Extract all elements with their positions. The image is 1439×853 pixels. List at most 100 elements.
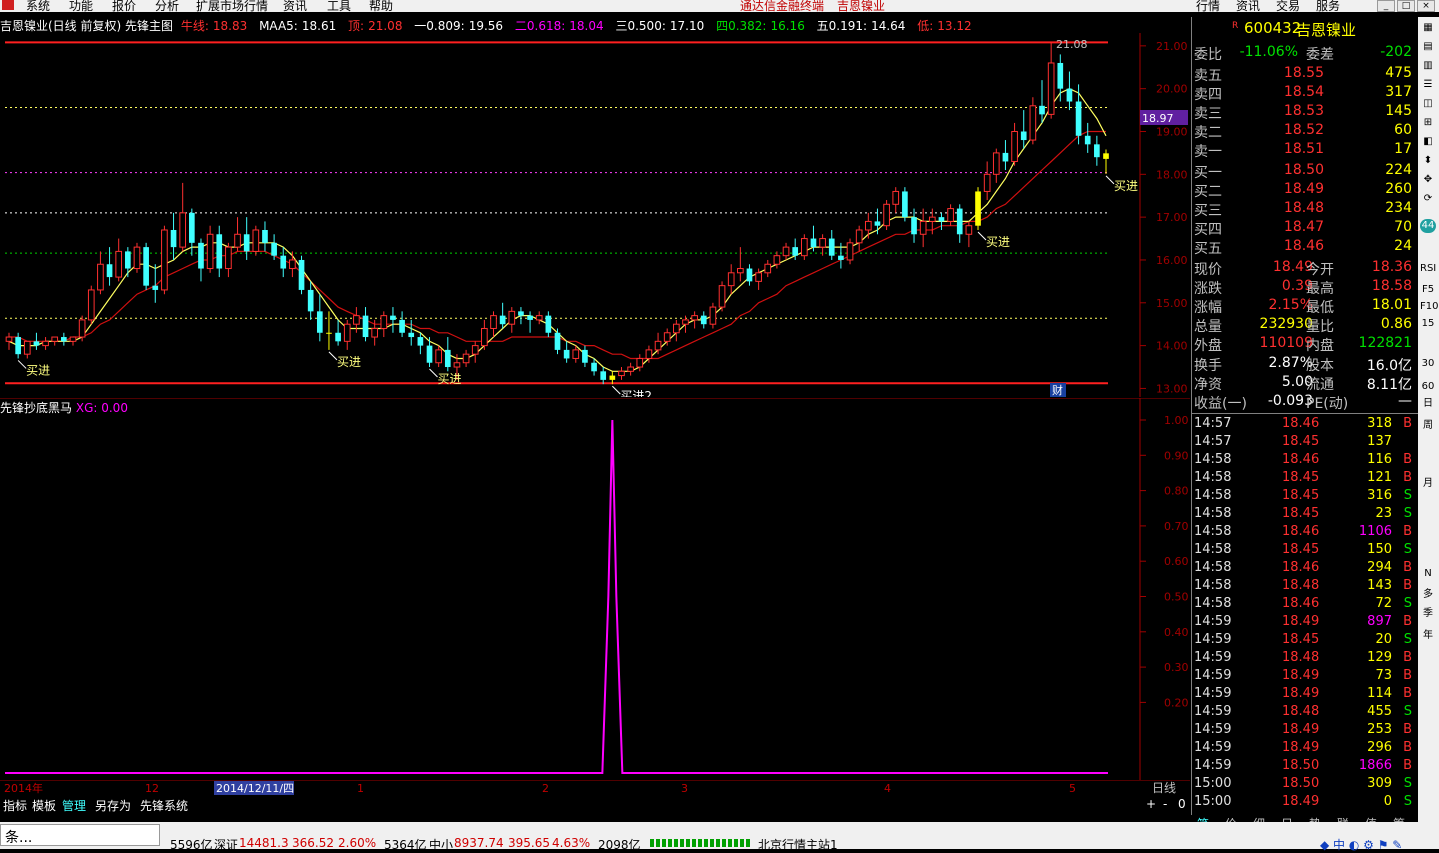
side-tool-2-icon[interactable]: F5 — [1420, 283, 1436, 297]
bid-row[interactable]: 买四 18.47 70 — [1194, 219, 1416, 238]
bid-row[interactable]: 买三 18.48 234 — [1194, 200, 1416, 219]
tray-icons[interactable]: ◆ 中 ◐ ⚙ ⚑ ✎ — [1320, 836, 1402, 853]
menu-info[interactable]: 资讯 — [1236, 0, 1260, 12]
ask-row[interactable]: 卖一 18.51 17 — [1194, 141, 1416, 160]
candle-body — [234, 233, 241, 248]
taskbar-item[interactable]: 条... — [0, 824, 160, 846]
tick-row: 14:59 18.49 114 B — [1194, 686, 1416, 704]
side-tool-10-icon[interactable]: N — [1420, 567, 1436, 581]
side-tool-glyph-icon[interactable]: ◧ — [1420, 135, 1436, 149]
side-tool-glyph-icon[interactable]: ▤ — [1420, 40, 1436, 54]
side-tool-0-icon[interactable]: 44 — [1420, 219, 1436, 233]
weibi-value: -11.06% — [1239, 44, 1298, 60]
tab-template[interactable]: 模板 — [32, 797, 56, 814]
stat-row: 收益(一) -0.093 PE(动) — — [1194, 393, 1416, 412]
tab-save-as[interactable]: 另存为 — [95, 797, 131, 814]
bid-row[interactable]: 买五 18.46 24 — [1194, 238, 1416, 257]
tick-row: 15:00 18.49 0 S — [1194, 794, 1416, 812]
side-tool-glyph-icon[interactable]: ▦ — [1420, 21, 1436, 35]
menu-news[interactable]: 资讯 — [283, 0, 307, 12]
zoom-out-button[interactable]: - — [1163, 797, 1167, 811]
side-tool-8-icon[interactable]: 周 — [1420, 419, 1436, 433]
period-label[interactable]: 日线 — [1152, 781, 1176, 795]
ask-row[interactable]: 卖三 18.53 145 — [1194, 103, 1416, 122]
tab-manage[interactable]: 管理 — [62, 797, 86, 814]
candle-body — [582, 349, 588, 363]
indicator-tick-label: 0.90 — [1164, 449, 1189, 462]
side-tool-13-icon[interactable]: 年 — [1420, 629, 1436, 643]
side-tool-7-icon[interactable]: 日 — [1420, 397, 1436, 411]
candle-body — [1039, 105, 1045, 115]
chart-title: 吉恩镍业(日线 前复权) 先锋主图 — [0, 19, 173, 33]
menu-market[interactable]: 行情 — [1196, 0, 1220, 12]
indicator-axis: 1.00 0.90 0.80 0.70 0.60 0.50 0.40 0.30 0.20 — [1140, 414, 1189, 709]
candle-body — [1084, 135, 1091, 145]
side-tool-glyph-icon[interactable]: ⊞ — [1420, 116, 1436, 130]
side-tool-glyph-icon[interactable]: ☰ — [1420, 78, 1436, 92]
side-tool-9-icon[interactable]: 月 — [1420, 477, 1436, 491]
maximize-icon[interactable]: □ — [1397, 0, 1415, 12]
close-icon[interactable]: × — [1417, 0, 1435, 12]
menu-quote[interactable]: 报价 — [112, 0, 136, 12]
bid-row[interactable]: 买二 18.49 260 — [1194, 181, 1416, 200]
zoom-in-button[interactable]: + — [1146, 797, 1156, 811]
menu-service[interactable]: 服务 — [1316, 0, 1340, 12]
bid-row[interactable]: 买一 18.50 224 — [1194, 162, 1416, 181]
candle-body — [15, 337, 21, 355]
menu-extended-market[interactable]: 扩展市场行情 — [196, 0, 268, 12]
side-tool-4-icon[interactable]: 15 — [1420, 317, 1436, 331]
candle-body — [390, 315, 396, 320]
indicator-tick-label: 0.80 — [1164, 485, 1189, 498]
ask-row-price: 18.53 — [1283, 103, 1324, 119]
tick-row: 14:59 18.49 897 B — [1194, 614, 1416, 632]
side-tool-12-icon[interactable]: 季 — [1420, 607, 1436, 621]
indicator-chart[interactable]: 1.00 0.90 0.80 0.70 0.60 0.50 0.40 0.30 0.20 — [0, 398, 1190, 780]
candle-body — [591, 362, 597, 372]
candle-body — [262, 229, 268, 243]
side-tool-glyph-icon[interactable]: ◫ — [1420, 97, 1436, 111]
candle-body — [609, 375, 616, 380]
minimize-icon[interactable]: _ — [1377, 0, 1395, 12]
tick-price: 18.46 — [1282, 524, 1320, 539]
tab-indicator[interactable]: 指标 — [3, 797, 27, 814]
tick-volume: 72 — [1375, 596, 1392, 611]
menu-help[interactable]: 帮助 — [369, 0, 393, 12]
side-tool-glyph-icon[interactable]: ⟳ — [1420, 192, 1436, 206]
zoom-reset-button[interactable]: 0 — [1178, 797, 1186, 811]
candle-body — [1002, 152, 1009, 162]
candle-body — [481, 327, 488, 347]
tick-volume: 23 — [1375, 506, 1392, 521]
volume-meter-icon — [650, 839, 750, 847]
tick-volume: 455 — [1367, 704, 1392, 719]
candle-body — [225, 246, 232, 270]
status-server[interactable]: 北京行情主站1 — [758, 836, 838, 853]
tab-pioneer-system[interactable]: 先锋系统 — [140, 797, 188, 814]
ask-row[interactable]: 卖四 18.54 317 — [1194, 84, 1416, 103]
ask-row[interactable]: 卖二 18.52 60 — [1194, 122, 1416, 141]
side-tool-5-icon[interactable]: 30 — [1420, 357, 1436, 371]
main-chart-header: 吉恩镍业(日线 前复权) 先锋主图 牛线: 18.83 MAA5: 18.61 顶:… — [0, 17, 1140, 33]
candle-body — [855, 229, 863, 244]
menu-system[interactable]: 系统 — [26, 0, 50, 12]
menu-function[interactable]: 功能 — [69, 0, 93, 12]
side-tool-11-icon[interactable]: 多 — [1420, 588, 1436, 602]
side-tool-6-icon[interactable]: 60 — [1420, 380, 1436, 394]
candlestick-chart[interactable]: 买进买进买进买进2买进买进 21.0020.0019.0018.0017.001… — [0, 33, 1190, 397]
side-tool-1-icon[interactable]: RSI — [1420, 262, 1436, 276]
menu-tools[interactable]: 工具 — [327, 0, 351, 12]
finance-icon[interactable]: 财 — [1052, 383, 1063, 397]
candle-body — [125, 251, 131, 269]
side-tool-glyph-icon[interactable]: ✥ — [1420, 173, 1436, 187]
candle-body — [682, 319, 689, 325]
tick-side: B — [1403, 578, 1412, 593]
tick-price: 18.45 — [1282, 488, 1320, 503]
ask-row[interactable]: 卖五 18.55 475 — [1194, 65, 1416, 84]
side-tool-3-icon[interactable]: F10 — [1420, 300, 1438, 314]
tick-price: 18.49 — [1282, 740, 1320, 755]
menu-analysis[interactable]: 分析 — [155, 0, 179, 12]
menu-trade[interactable]: 交易 — [1276, 0, 1300, 12]
side-tool-glyph-icon[interactable]: ⬍ — [1420, 154, 1436, 168]
date-tick-jan: 1 — [357, 782, 364, 795]
side-tool-glyph-icon[interactable]: ▥ — [1420, 59, 1436, 73]
candle-body — [838, 255, 844, 260]
